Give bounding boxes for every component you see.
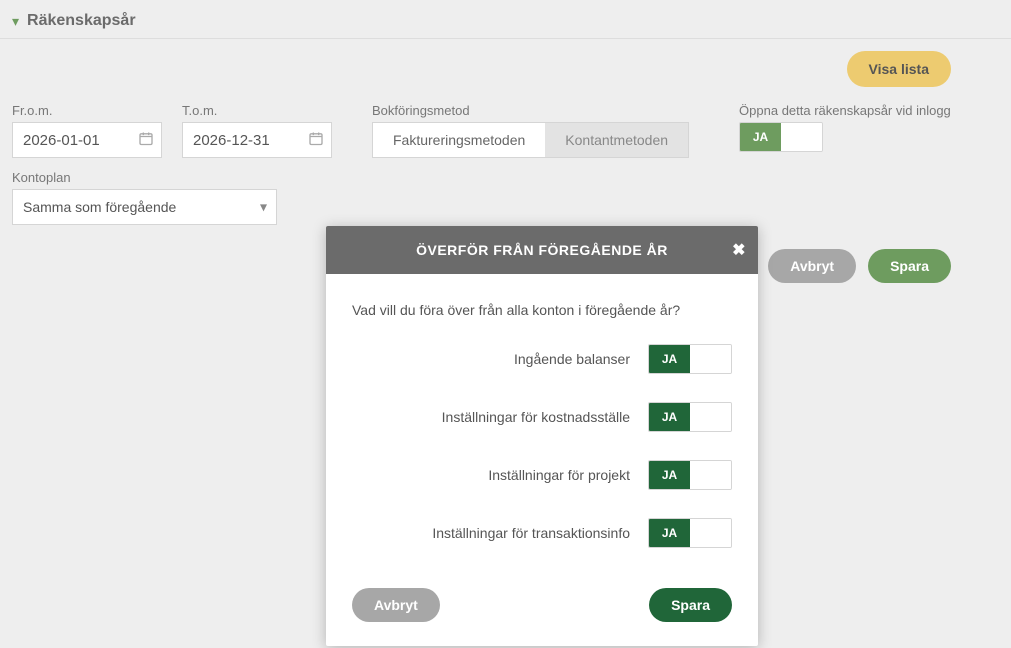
show-list-button[interactable]: Visa lista: [847, 51, 951, 87]
from-label: Fr.o.m.: [12, 103, 162, 118]
to-date-input[interactable]: [182, 122, 332, 158]
method-label: Bokföringsmetod: [372, 103, 689, 118]
modal-cancel-button[interactable]: Avbryt: [352, 588, 440, 622]
modal-title: ÖVERFÖR FRÅN FÖREGÅENDE ÅR: [416, 242, 668, 258]
close-icon[interactable]: ✖: [732, 240, 746, 260]
method-cash-button[interactable]: Kontantmetoden: [545, 123, 688, 157]
option-costcenter-label: Inställningar för kostnadsställe: [442, 409, 630, 425]
option-projects-toggle[interactable]: JA: [648, 460, 732, 490]
option-costcenter-toggle[interactable]: JA: [648, 402, 732, 432]
from-date-input[interactable]: [12, 122, 162, 158]
option-balances-toggle[interactable]: JA: [648, 344, 732, 374]
open-on-login-label: Öppna detta räkenskapsår vid inlogg: [739, 103, 951, 118]
kontoplan-label: Kontoplan: [12, 170, 999, 185]
chevron-down-icon[interactable]: ▾: [12, 13, 19, 30]
toggle-on-label: JA: [740, 123, 781, 151]
toggle-off-half: [781, 123, 822, 151]
option-transaction-toggle[interactable]: JA: [648, 518, 732, 548]
method-invoicing-button[interactable]: Faktureringsmetoden: [373, 123, 545, 157]
option-balances-label: Ingående balanser: [514, 351, 630, 367]
cancel-button[interactable]: Avbryt: [768, 249, 856, 283]
modal-save-button[interactable]: Spara: [649, 588, 732, 622]
kontoplan-select[interactable]: [12, 189, 277, 225]
option-projects-label: Inställningar för projekt: [488, 467, 630, 483]
to-label: T.o.m.: [182, 103, 332, 118]
open-on-login-toggle[interactable]: JA: [739, 122, 823, 152]
option-transaction-label: Inställningar för transaktionsinfo: [432, 525, 630, 541]
modal-question: Vad vill du föra över från alla konton i…: [352, 302, 732, 318]
section-title: Räkenskapsår: [27, 12, 136, 30]
bookkeeping-method-toggle[interactable]: Faktureringsmetoden Kontantmetoden: [372, 122, 689, 158]
transfer-modal: ÖVERFÖR FRÅN FÖREGÅENDE ÅR ✖ Vad vill du…: [326, 226, 758, 646]
save-button[interactable]: Spara: [868, 249, 951, 283]
